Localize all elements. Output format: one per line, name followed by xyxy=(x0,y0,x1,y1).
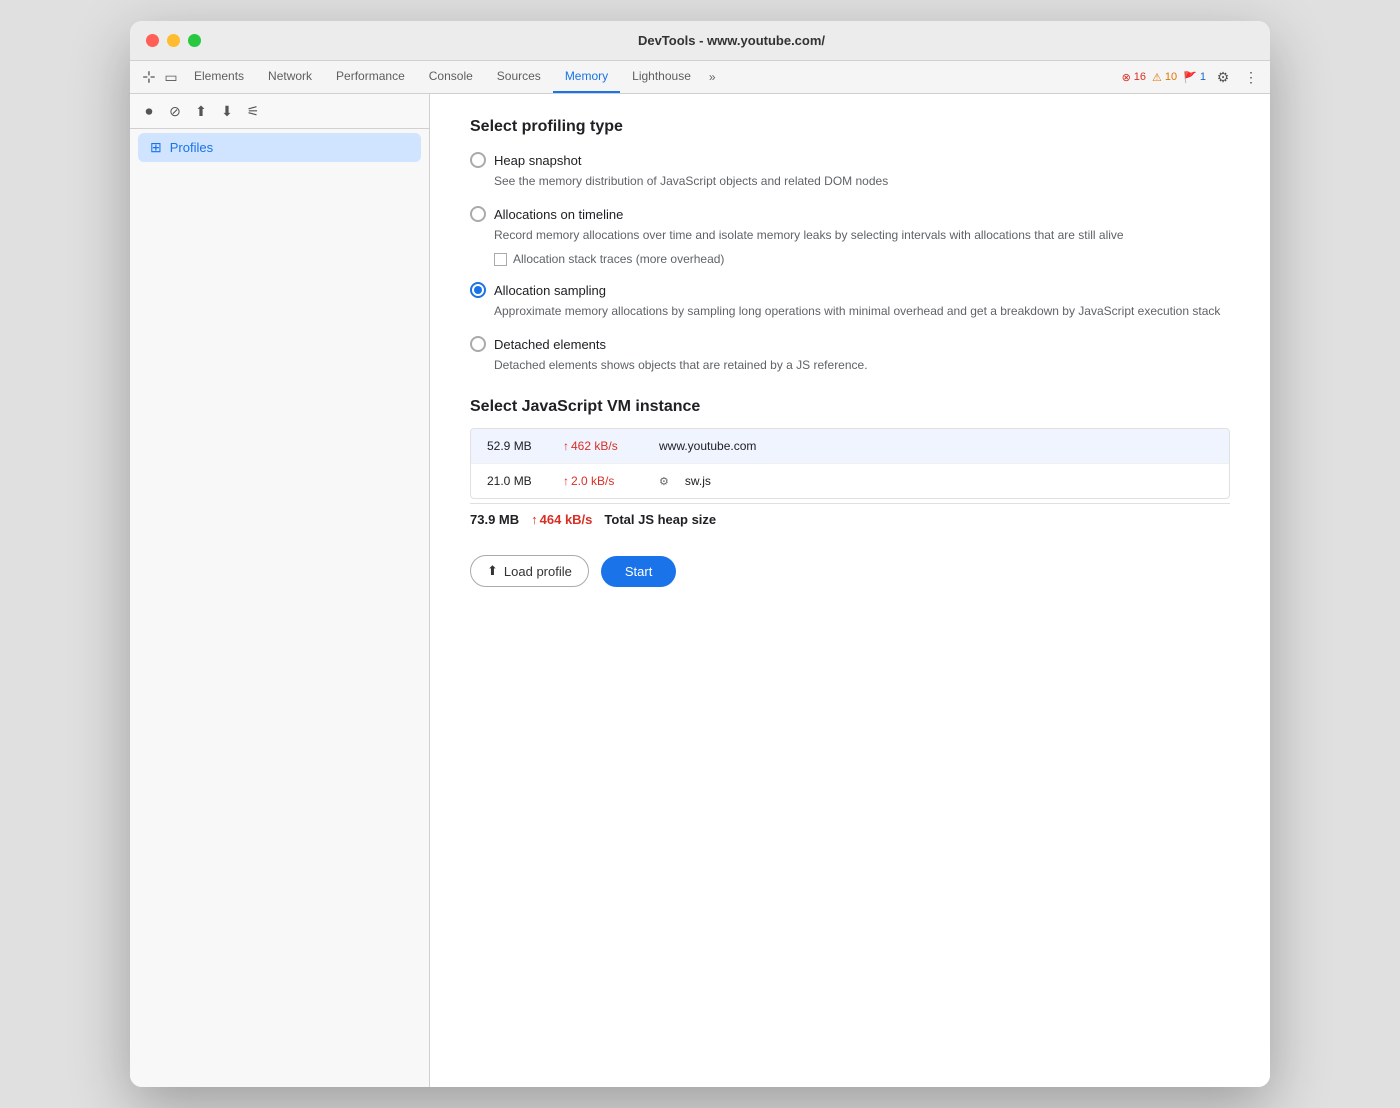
devtools-window: DevTools - www.youtube.com/ ⊹ ▭ Elements… xyxy=(130,21,1270,1087)
error-icon: ⊗ xyxy=(1122,71,1131,84)
record-button[interactable]: ⏺ xyxy=(138,100,160,122)
tab-performance[interactable]: Performance xyxy=(324,61,417,93)
error-badge[interactable]: ⊗ 16 xyxy=(1122,71,1146,84)
option-heap-snapshot: Heap snapshot See the memory distributio… xyxy=(470,152,1230,190)
allocation-stack-traces-label: Allocation stack traces (more overhead) xyxy=(513,252,724,266)
vm-section-title: Select JavaScript VM instance xyxy=(470,398,1230,416)
actions-row: ⬆ Load profile Start xyxy=(470,555,1230,587)
select-profiling-title: Select profiling type xyxy=(470,118,1230,136)
profiles-icon: ⊞ xyxy=(150,139,162,156)
detached-elements-label: Detached elements xyxy=(494,337,606,352)
info-icon: 🚩 xyxy=(1183,71,1197,84)
devtools-body: ⏺ ⊘ ⬆ ⬇ ⚟ ⊞ Profiles Select profiling ty… xyxy=(130,94,1270,1087)
vm-rate-arrow-sw: ↑ xyxy=(563,474,569,488)
allocations-timeline-radio[interactable] xyxy=(470,206,486,222)
inspect-icon[interactable]: ⊹ xyxy=(138,66,160,88)
vm-rate-value-sw: 2.0 kB/s xyxy=(571,474,614,488)
heap-snapshot-desc: See the memory distribution of JavaScrip… xyxy=(494,172,1230,190)
allocations-timeline-label: Allocations on timeline xyxy=(494,207,623,222)
load-profile-label: Load profile xyxy=(504,564,572,579)
footer-bar: 73.9 MB ↑ 464 kB/s Total JS heap size xyxy=(470,503,1230,543)
tab-memory[interactable]: Memory xyxy=(553,61,620,93)
warning-icon: ⚠ xyxy=(1152,71,1162,84)
detached-elements-radio[interactable] xyxy=(470,336,486,352)
option-allocations-timeline: Allocations on timeline Record memory al… xyxy=(470,206,1230,266)
titlebar: DevTools - www.youtube.com/ xyxy=(130,21,1270,61)
vm-rate-arrow-youtube: ↑ xyxy=(563,439,569,453)
total-rate-arrow: ↑ xyxy=(531,512,538,527)
allocation-sampling-desc: Approximate memory allocations by sampli… xyxy=(494,302,1230,320)
upload-button[interactable]: ⬆ xyxy=(190,100,212,122)
tab-bar: ⊹ ▭ Elements Network Performance Console… xyxy=(130,61,1270,94)
tab-lighthouse[interactable]: Lighthouse xyxy=(620,61,703,93)
tabs-container: ⊹ ▭ Elements Network Performance Console… xyxy=(138,61,1122,93)
heap-snapshot-label: Heap snapshot xyxy=(494,153,581,168)
vm-rate-youtube: ↑ 462 kB/s xyxy=(563,439,643,453)
upload-icon: ⬆ xyxy=(487,563,498,579)
total-heap-size: 73.9 MB xyxy=(470,512,519,527)
gear-icon-sw: ⚙ xyxy=(659,475,669,488)
main-content: Select profiling type Heap snapshot See … xyxy=(430,94,1270,1087)
option-allocation-sampling: Allocation sampling Approximate memory a… xyxy=(470,282,1230,320)
detached-elements-desc: Detached elements shows objects that are… xyxy=(494,356,1230,374)
vm-row-sw[interactable]: 21.0 MB ↑ 2.0 kB/s ⚙ sw.js xyxy=(471,464,1229,498)
download-button[interactable]: ⬇ xyxy=(216,100,238,122)
profiles-label: Profiles xyxy=(170,140,213,155)
option-detached-elements-row[interactable]: Detached elements xyxy=(470,336,1230,352)
total-heap-label: Total JS heap size xyxy=(604,512,716,527)
vm-row-youtube[interactable]: 52.9 MB ↑ 462 kB/s www.youtube.com xyxy=(471,429,1229,464)
option-detached-elements: Detached elements Detached elements show… xyxy=(470,336,1230,374)
vm-rate-sw: ↑ 2.0 kB/s xyxy=(563,474,643,488)
tab-sources[interactable]: Sources xyxy=(485,61,553,93)
total-rate-value: 464 kB/s xyxy=(540,512,593,527)
allocations-timeline-desc: Record memory allocations over time and … xyxy=(494,226,1230,244)
allocation-stack-traces-checkbox[interactable] xyxy=(494,253,507,266)
total-heap-rate: ↑ 464 kB/s xyxy=(531,512,592,527)
device-icon[interactable]: ▭ xyxy=(160,66,182,88)
tab-elements[interactable]: Elements xyxy=(182,61,256,93)
window-title: DevTools - www.youtube.com/ xyxy=(209,33,1254,48)
load-profile-button[interactable]: ⬆ Load profile xyxy=(470,555,589,587)
info-count: 1 xyxy=(1200,71,1206,83)
tab-console[interactable]: Console xyxy=(417,61,485,93)
info-badge[interactable]: 🚩 1 xyxy=(1183,71,1206,84)
close-button[interactable] xyxy=(146,34,159,47)
sidebar-toolbar: ⏺ ⊘ ⬆ ⬇ ⚟ xyxy=(130,94,429,129)
sidebar: ⏺ ⊘ ⬆ ⬇ ⚟ ⊞ Profiles xyxy=(130,94,430,1087)
maximize-button[interactable] xyxy=(188,34,201,47)
vm-rate-value-youtube: 462 kB/s xyxy=(571,439,618,453)
stop-button[interactable]: ⊘ xyxy=(164,100,186,122)
more-options-icon[interactable]: ⋮ xyxy=(1240,66,1262,88)
option-heap-snapshot-row[interactable]: Heap snapshot xyxy=(470,152,1230,168)
vm-table: 52.9 MB ↑ 462 kB/s www.youtube.com 21.0 … xyxy=(470,428,1230,499)
heap-snapshot-radio[interactable] xyxy=(470,152,486,168)
vm-name-sw: sw.js xyxy=(685,474,711,488)
allocation-stack-traces-row: Allocation stack traces (more overhead) xyxy=(494,252,1230,266)
error-count: 16 xyxy=(1134,71,1146,83)
minimize-button[interactable] xyxy=(167,34,180,47)
option-allocation-sampling-row[interactable]: Allocation sampling xyxy=(470,282,1230,298)
vm-size-youtube: 52.9 MB xyxy=(487,439,547,453)
allocation-sampling-label: Allocation sampling xyxy=(494,283,606,298)
start-button[interactable]: Start xyxy=(601,556,676,587)
vm-size-sw: 21.0 MB xyxy=(487,474,547,488)
clear-button[interactable]: ⚟ xyxy=(242,100,264,122)
allocation-sampling-radio[interactable] xyxy=(470,282,486,298)
option-allocations-row[interactable]: Allocations on timeline xyxy=(470,206,1230,222)
warning-count: 10 xyxy=(1165,71,1177,83)
toolbar-right: ⊗ 16 ⚠ 10 🚩 1 ⚙ ⋮ xyxy=(1122,62,1262,92)
tab-network[interactable]: Network xyxy=(256,61,324,93)
vm-name-youtube: www.youtube.com xyxy=(659,439,756,453)
more-tabs-button[interactable]: » xyxy=(703,62,722,92)
sidebar-item-profiles[interactable]: ⊞ Profiles xyxy=(138,133,421,162)
warning-badge[interactable]: ⚠ 10 xyxy=(1152,71,1177,84)
settings-icon[interactable]: ⚙ xyxy=(1212,66,1234,88)
